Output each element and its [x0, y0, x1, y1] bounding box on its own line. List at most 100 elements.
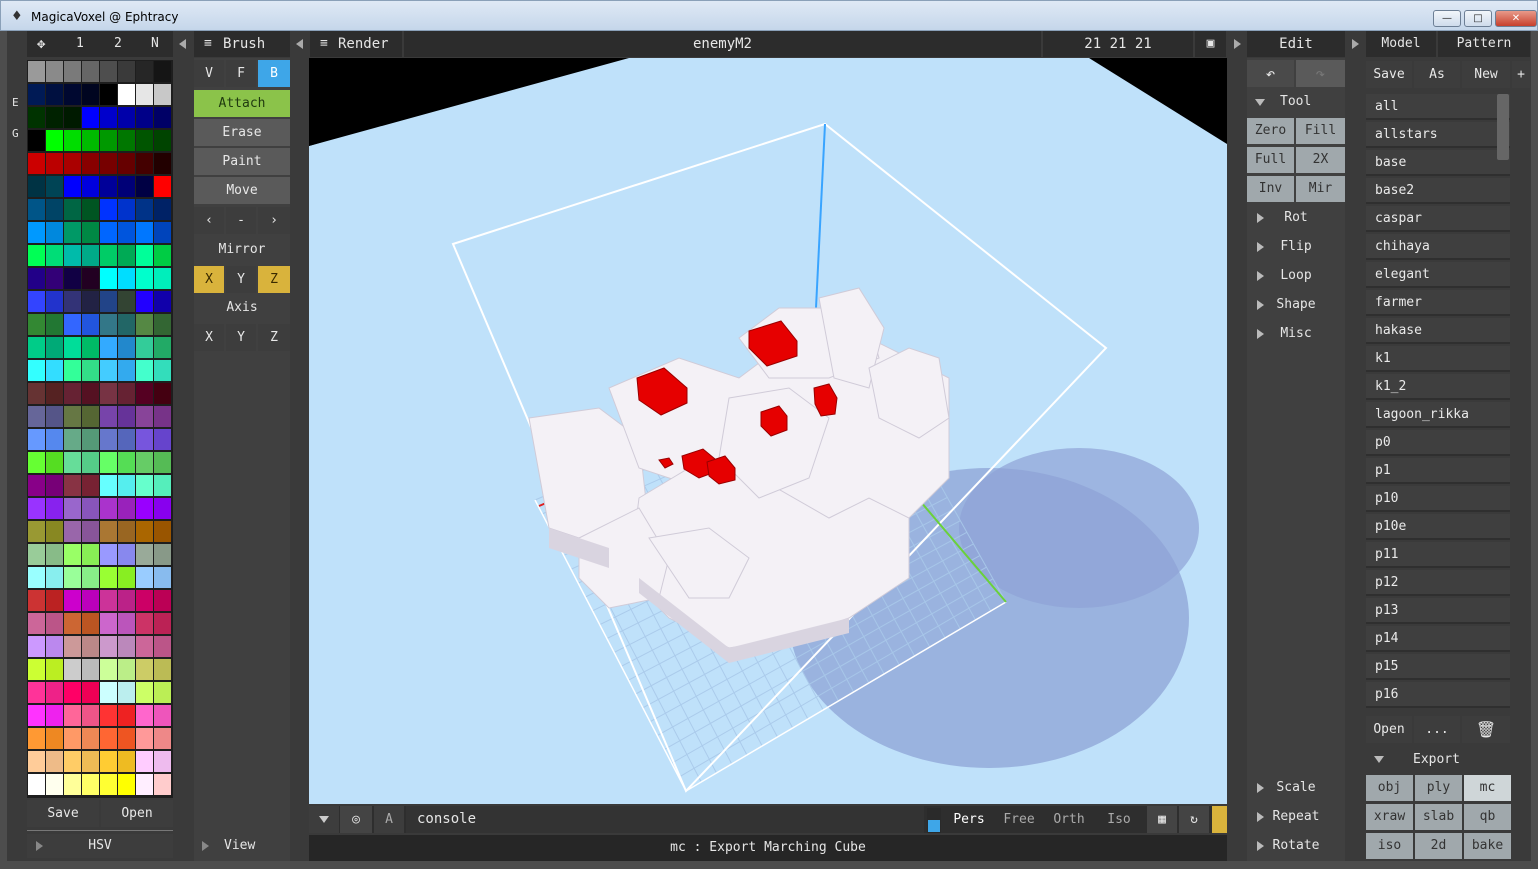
- color-swatch[interactable]: [154, 360, 171, 381]
- color-swatch[interactable]: [118, 245, 135, 266]
- file-item[interactable]: p11: [1366, 542, 1510, 568]
- color-swatch[interactable]: [64, 153, 81, 174]
- camera-icon[interactable]: ◎: [340, 806, 372, 833]
- color-swatch[interactable]: [28, 199, 45, 220]
- color-swatch[interactable]: [118, 291, 135, 312]
- attach-button[interactable]: Attach: [194, 90, 290, 117]
- color-swatch[interactable]: [64, 659, 81, 680]
- color-swatch[interactable]: [100, 429, 117, 450]
- color-swatch[interactable]: [154, 705, 171, 726]
- color-swatch[interactable]: [136, 521, 153, 542]
- group-rot[interactable]: Rot: [1247, 205, 1345, 232]
- tool-fill[interactable]: Fill: [1296, 118, 1345, 144]
- color-swatch[interactable]: [46, 751, 63, 772]
- color-swatch[interactable]: [64, 176, 81, 197]
- color-swatch[interactable]: [46, 590, 63, 611]
- console-input[interactable]: console: [406, 806, 924, 833]
- color-swatch[interactable]: [154, 268, 171, 289]
- reset-button[interactable]: -: [226, 207, 256, 234]
- color-swatch[interactable]: [118, 636, 135, 657]
- prev-button[interactable]: ‹: [194, 207, 224, 234]
- color-swatch[interactable]: [118, 590, 135, 611]
- collapse-arrow-icon[interactable]: [292, 31, 307, 57]
- color-swatch[interactable]: [118, 84, 135, 105]
- color-swatch[interactable]: [28, 337, 45, 358]
- color-swatch[interactable]: [154, 452, 171, 473]
- color-swatch[interactable]: [100, 61, 117, 82]
- export-iso[interactable]: iso: [1366, 833, 1413, 859]
- color-swatch[interactable]: [154, 498, 171, 519]
- color-swatch[interactable]: [118, 613, 135, 634]
- color-swatch[interactable]: [118, 475, 135, 496]
- color-swatch[interactable]: [154, 176, 171, 197]
- color-swatch[interactable]: [154, 590, 171, 611]
- color-swatch[interactable]: [64, 567, 81, 588]
- color-swatch[interactable]: [64, 268, 81, 289]
- color-swatch[interactable]: [46, 406, 63, 427]
- mode-box[interactable]: B: [258, 60, 290, 87]
- color-swatch[interactable]: [64, 728, 81, 749]
- color-swatch[interactable]: [136, 107, 153, 128]
- group-flip[interactable]: Flip: [1247, 234, 1345, 261]
- color-swatch[interactable]: [118, 728, 135, 749]
- voxel-scene[interactable]: [309, 58, 1227, 804]
- view-free[interactable]: Free: [995, 806, 1043, 833]
- color-swatch[interactable]: [64, 337, 81, 358]
- file-item[interactable]: hakase: [1366, 318, 1510, 344]
- color-swatch[interactable]: [64, 774, 81, 795]
- mode-face[interactable]: F: [226, 60, 256, 87]
- next-button[interactable]: ›: [258, 207, 290, 234]
- color-swatch[interactable]: [82, 498, 99, 519]
- color-swatch[interactable]: [82, 61, 99, 82]
- color-swatch[interactable]: [46, 360, 63, 381]
- color-swatch[interactable]: [154, 406, 171, 427]
- file-item[interactable]: p14: [1366, 626, 1510, 652]
- expand-arrow-icon[interactable]: [1230, 31, 1245, 57]
- color-swatch[interactable]: [136, 751, 153, 772]
- color-swatch[interactable]: [100, 590, 117, 611]
- mode-voxel[interactable]: V: [194, 60, 224, 87]
- color-swatch[interactable]: [46, 567, 63, 588]
- color-swatch[interactable]: [100, 314, 117, 335]
- file-more-button[interactable]: ...: [1414, 716, 1460, 743]
- color-swatch[interactable]: [136, 130, 153, 151]
- group-repeat[interactable]: Repeat: [1247, 804, 1345, 831]
- palette-tab-1[interactable]: 1: [76, 31, 84, 57]
- color-swatch[interactable]: [100, 728, 117, 749]
- color-swatch[interactable]: [28, 728, 45, 749]
- color-swatch[interactable]: [100, 567, 117, 588]
- file-save-button[interactable]: Save: [1366, 61, 1412, 88]
- collapse-arrow-icon[interactable]: [176, 31, 191, 57]
- render-header[interactable]: ≡ Render: [310, 31, 402, 57]
- tool-section[interactable]: Tool: [1247, 92, 1345, 112]
- add-icon[interactable]: +: [1512, 61, 1530, 88]
- trash-icon[interactable]: 🗑: [1462, 716, 1510, 743]
- color-swatch[interactable]: [82, 636, 99, 657]
- color-swatch[interactable]: [82, 153, 99, 174]
- color-swatch[interactable]: [64, 84, 81, 105]
- color-swatch[interactable]: [118, 199, 135, 220]
- file-item[interactable]: base2: [1366, 178, 1510, 204]
- color-swatch[interactable]: [46, 659, 63, 680]
- tab-model[interactable]: Model: [1366, 31, 1436, 57]
- mirror-x[interactable]: X: [194, 266, 224, 293]
- color-swatch[interactable]: [154, 61, 171, 82]
- group-scale[interactable]: Scale: [1247, 775, 1345, 802]
- color-swatch[interactable]: [100, 199, 117, 220]
- color-swatch[interactable]: [100, 360, 117, 381]
- color-swatch[interactable]: [154, 636, 171, 657]
- color-swatch[interactable]: [100, 774, 117, 795]
- color-swatch[interactable]: [136, 337, 153, 358]
- file-item[interactable]: k1: [1366, 346, 1510, 372]
- color-swatch[interactable]: [64, 498, 81, 519]
- file-item[interactable]: allstars: [1366, 122, 1510, 148]
- hsv-toggle[interactable]: HSV: [27, 834, 173, 858]
- color-swatch[interactable]: [64, 521, 81, 542]
- color-swatch[interactable]: [64, 613, 81, 634]
- color-swatch[interactable]: [154, 130, 171, 151]
- color-swatch[interactable]: [28, 406, 45, 427]
- color-swatch[interactable]: [136, 153, 153, 174]
- color-swatch[interactable]: [46, 521, 63, 542]
- color-swatch[interactable]: [82, 751, 99, 772]
- minimize-button[interactable]: —: [1433, 10, 1461, 27]
